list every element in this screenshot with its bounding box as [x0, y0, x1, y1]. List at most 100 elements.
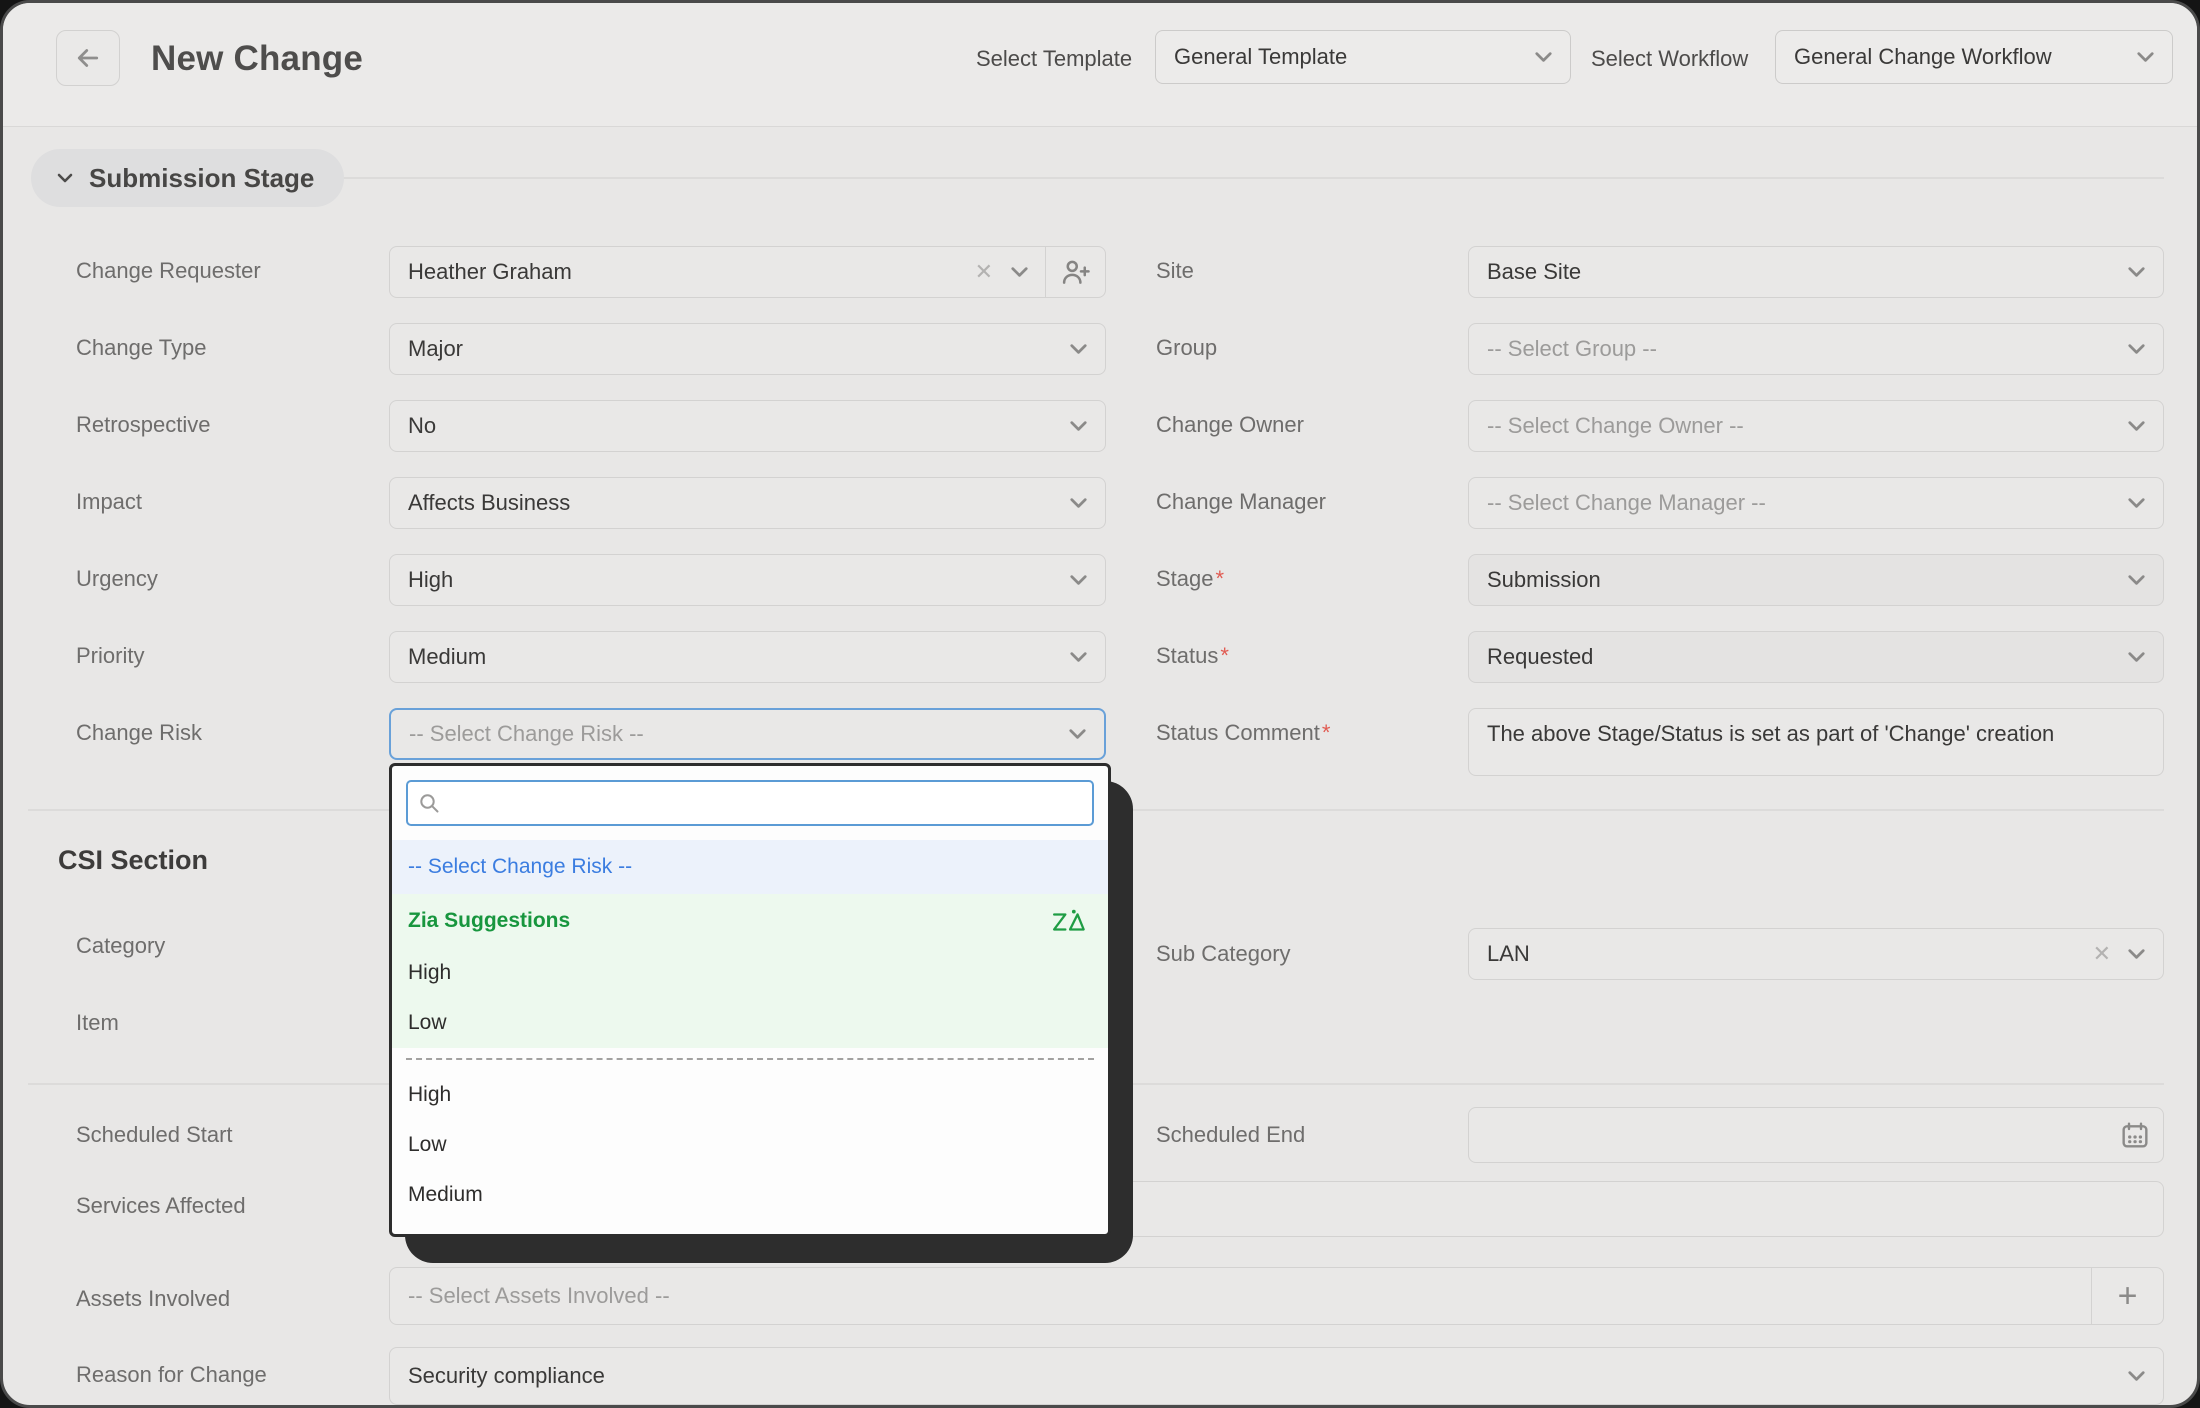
chevron-down-icon [2123, 1363, 2150, 1390]
required-asterisk: * [1322, 720, 1331, 745]
workflow-value: General Change Workflow [1794, 44, 2052, 70]
assets-involved-label: Assets Involved [76, 1286, 230, 1312]
zia-suggestions-block: Zia Suggestions High Low [392, 894, 1108, 1048]
chevron-down-icon [1065, 644, 1092, 671]
template-select[interactable]: General Template [1155, 30, 1571, 84]
change-manager-placeholder: -- Select Change Manager -- [1487, 490, 1766, 516]
submission-stage-toggle[interactable]: Submission Stage [31, 149, 344, 207]
chevron-down-icon [1065, 567, 1092, 594]
chevron-down-icon [2123, 941, 2150, 968]
calendar-icon [2119, 1119, 2151, 1151]
chevron-down-icon [2123, 336, 2150, 363]
plus-icon: + [2118, 1277, 2138, 1316]
required-asterisk: * [1220, 643, 1229, 668]
chevron-down-icon [1064, 721, 1091, 748]
add-requester-button[interactable] [1045, 247, 1105, 297]
chevron-down-icon [2123, 413, 2150, 440]
group-label: Group [1156, 335, 1217, 361]
change-requester-field[interactable]: Heather Graham ✕ [389, 246, 1106, 298]
chevron-down-icon [2132, 44, 2159, 71]
chevron-down-icon [1006, 259, 1033, 286]
site-field[interactable]: Base Site [1468, 246, 2164, 298]
change-owner-field[interactable]: -- Select Change Owner -- [1468, 400, 2164, 452]
clear-icon[interactable]: ✕ [2093, 941, 2111, 967]
group-placeholder: -- Select Group -- [1487, 336, 1657, 362]
search-icon [417, 791, 441, 815]
chevron-down-icon [53, 166, 77, 190]
scheduled-end-field[interactable] [1468, 1107, 2164, 1163]
change-type-value: Major [408, 336, 463, 362]
status-comment-field[interactable]: The above Stage/Status is set as part of… [1468, 708, 2164, 776]
status-comment-value: The above Stage/Status is set as part of… [1487, 721, 2054, 747]
section-title: Submission Stage [89, 163, 314, 194]
priority-field[interactable]: Medium [389, 631, 1106, 683]
template-value: General Template [1174, 44, 1347, 70]
assets-involved-placeholder: -- Select Assets Involved -- [408, 1283, 670, 1309]
change-manager-field[interactable]: -- Select Change Manager -- [1468, 477, 2164, 529]
clear-icon[interactable]: ✕ [975, 259, 993, 285]
change-type-field[interactable]: Major [389, 323, 1106, 375]
group-field[interactable]: -- Select Group -- [1468, 323, 2164, 375]
item-label: Item [76, 1010, 119, 1036]
header-bar: New Change Select Template General Templ… [3, 3, 2197, 127]
select-workflow-label: Select Workflow [1591, 46, 1748, 72]
impact-field[interactable]: Affects Business [389, 477, 1106, 529]
csi-section-heading: CSI Section [58, 845, 208, 876]
change-risk-label: Change Risk [76, 720, 202, 746]
sub-category-value: LAN [1487, 941, 1530, 967]
sub-category-field[interactable]: LAN ✕ [1468, 928, 2164, 980]
option-medium[interactable]: Medium [392, 1170, 1108, 1220]
zia-option-high[interactable]: High [392, 948, 1108, 998]
urgency-label: Urgency [76, 566, 158, 592]
retrospective-label: Retrospective [76, 412, 211, 438]
dropdown-search [406, 780, 1094, 826]
back-button[interactable] [56, 30, 120, 86]
chevron-down-icon [2123, 490, 2150, 517]
urgency-field[interactable]: High [389, 554, 1106, 606]
zia-suggestions-header: Zia Suggestions [392, 894, 1108, 948]
option-low[interactable]: Low [392, 1120, 1108, 1170]
status-field[interactable]: Requested [1468, 631, 2164, 683]
page-title: New Change [151, 39, 363, 79]
add-asset-button[interactable]: + [2091, 1268, 2163, 1324]
person-add-icon [1061, 257, 1091, 287]
arrow-left-icon [73, 43, 103, 73]
chevron-down-icon [2123, 259, 2150, 286]
services-affected-label: Services Affected [76, 1193, 246, 1219]
impact-value: Affects Business [408, 490, 570, 516]
sub-category-label: Sub Category [1156, 941, 1291, 967]
retrospective-value: No [408, 413, 436, 439]
chevron-down-icon [2123, 567, 2150, 594]
stage-value: Submission [1487, 567, 1601, 593]
scheduled-end-label: Scheduled End [1156, 1122, 1305, 1148]
chevron-down-icon [1065, 490, 1092, 517]
workflow-select[interactable]: General Change Workflow [1775, 30, 2173, 84]
site-value: Base Site [1487, 259, 1581, 285]
chevron-down-icon [1065, 413, 1092, 440]
reason-for-change-label: Reason for Change [76, 1362, 267, 1388]
option-high[interactable]: High [392, 1070, 1108, 1120]
change-risk-placeholder: -- Select Change Risk -- [409, 721, 644, 747]
zia-option-low[interactable]: Low [392, 998, 1108, 1048]
status-value: Requested [1487, 644, 1593, 670]
chevron-down-icon [2123, 644, 2150, 671]
change-risk-dropdown: -- Select Change Risk -- Zia Suggestions… [389, 763, 1111, 1237]
reason-for-change-value: Security compliance [408, 1363, 605, 1389]
change-requester-label: Change Requester [76, 258, 261, 284]
chevron-down-icon [1065, 336, 1092, 363]
change-risk-field[interactable]: -- Select Change Risk -- [389, 708, 1106, 760]
select-template-label: Select Template [976, 46, 1132, 72]
site-label: Site [1156, 258, 1194, 284]
reason-for-change-field[interactable]: Security compliance [389, 1347, 2164, 1405]
chevron-down-icon [1530, 44, 1557, 71]
status-label: Status* [1156, 643, 1229, 669]
option-select-change-risk[interactable]: -- Select Change Risk -- [392, 840, 1108, 894]
category-label: Category [76, 933, 165, 959]
section-divider [333, 177, 2164, 179]
priority-label: Priority [76, 643, 144, 669]
retrospective-field[interactable]: No [389, 400, 1106, 452]
stage-field[interactable]: Submission [1468, 554, 2164, 606]
assets-involved-field[interactable]: -- Select Assets Involved -- + [389, 1267, 2164, 1325]
search-input[interactable] [406, 780, 1094, 826]
priority-value: Medium [408, 644, 486, 670]
